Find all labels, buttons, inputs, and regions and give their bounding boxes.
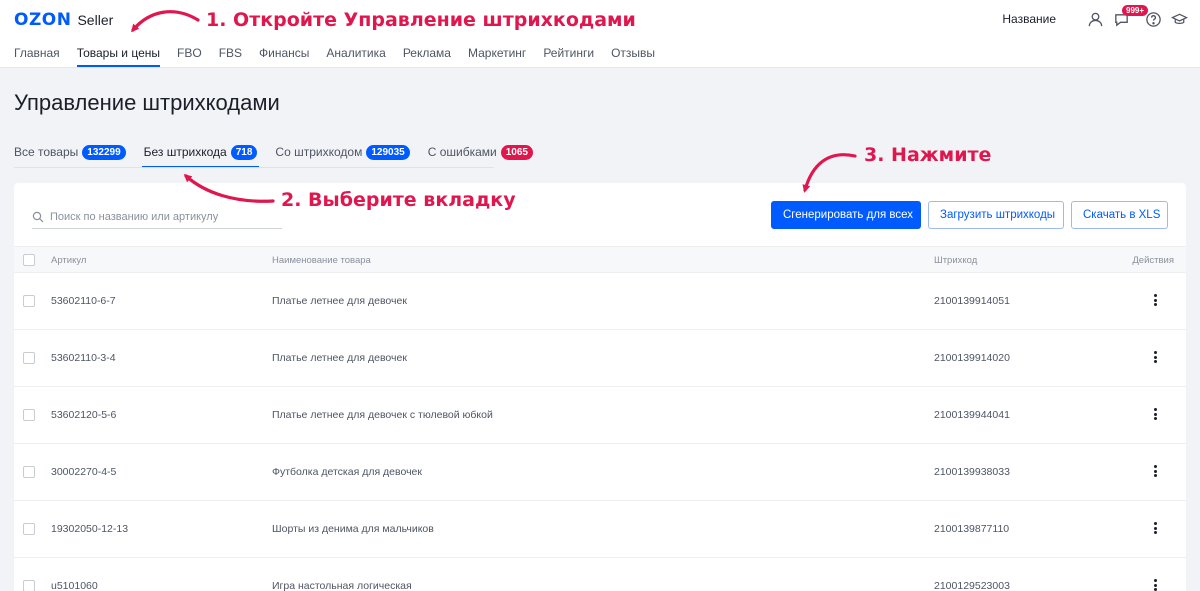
annotation-step3: 3. Нажмите	[864, 144, 992, 166]
annotation-step1: 1. Откройте Управление штрихкодами	[206, 9, 636, 31]
column-article[interactable]: Артикул	[51, 255, 86, 266]
more-actions-icon[interactable]	[1152, 349, 1158, 365]
row-barcode: 2100139938033	[934, 466, 1010, 478]
nav-item-ratings[interactable]: Рейтинги	[543, 46, 594, 60]
nav-item-marketing[interactable]: Маркетинг	[468, 46, 526, 60]
tab-label: С ошибками	[427, 145, 497, 159]
page-title: Управление штрихкодами	[14, 90, 280, 115]
table-row[interactable]: 19302050-12-13 Шорты из денима для мальч…	[14, 501, 1186, 558]
account-name[interactable]: Название	[1002, 12, 1056, 26]
nav-item-products[interactable]: Товары и цены	[76, 46, 161, 67]
user-icon[interactable]	[1086, 10, 1104, 28]
logo-brand: OZON	[14, 10, 72, 30]
row-name: Игра настольная логическая	[272, 580, 412, 591]
nav-item-finance[interactable]: Финансы	[259, 46, 309, 60]
table-row[interactable]: u5101060 Игра настольная логическая 2100…	[14, 558, 1186, 591]
row-checkbox[interactable]	[23, 409, 35, 421]
tab-with-errors[interactable]: С ошибками 1065	[428, 143, 533, 161]
tab-label: Без штрихкода	[143, 145, 227, 159]
search-input[interactable]	[50, 210, 270, 223]
row-article: 30002270-4-5	[51, 466, 117, 478]
upload-barcodes-button[interactable]: Загрузить штрихкоды	[928, 201, 1064, 229]
row-name: Шорты из денима для мальчиков	[272, 523, 434, 535]
row-checkbox[interactable]	[23, 352, 35, 364]
tab-count-badge: 129035	[366, 144, 410, 160]
row-checkbox[interactable]	[23, 295, 35, 307]
generate-all-button[interactable]: Сгенерировать для всех	[771, 201, 921, 229]
nav-item-home[interactable]: Главная	[14, 46, 60, 60]
row-barcode: 2100139944041	[934, 409, 1010, 421]
row-checkbox[interactable]	[23, 523, 35, 535]
column-name[interactable]: Наименование товара	[272, 255, 371, 266]
table-header: Артикул Наименование товара Штрихкод Дей…	[14, 246, 1186, 273]
tab-all-products[interactable]: Все товары 132299	[14, 143, 126, 161]
tab-without-barcode[interactable]: Без штрихкода 718	[141, 143, 260, 168]
tab-label: Все товары	[14, 145, 79, 159]
tab-with-barcode[interactable]: Со штрихкодом 129035	[275, 143, 410, 161]
tab-count-badge: 132299	[82, 144, 126, 160]
more-actions-icon[interactable]	[1152, 577, 1158, 591]
header-actions: Название 999+	[1002, 5, 1188, 28]
search-icon	[32, 211, 44, 222]
row-article: 19302050-12-13	[51, 523, 129, 535]
tabs-divider	[14, 167, 494, 168]
table-row[interactable]: 53602120-5-6 Платье летнее для девочек с…	[14, 387, 1186, 444]
column-barcode[interactable]: Штрихкод	[934, 255, 977, 266]
row-barcode: 2100139914051	[934, 295, 1010, 307]
nav-item-fbo[interactable]: FBO	[177, 46, 202, 60]
row-name: Платье летнее для девочек с тюлевой юбко…	[272, 409, 493, 421]
barcode-tabs: Все товары 132299 Без штрихкода 718 Со ш…	[14, 143, 551, 168]
nav-item-ads[interactable]: Реклама	[403, 46, 451, 60]
tab-label: Со штрихкодом	[275, 145, 363, 159]
more-actions-icon[interactable]	[1152, 520, 1158, 536]
table-row[interactable]: 53602110-3-4 Платье летнее для девочек 2…	[14, 330, 1186, 387]
annotation-step2: 2. Выберите вкладку	[281, 189, 516, 211]
chat-icon[interactable]: 999+	[1112, 5, 1149, 28]
row-barcode: 2100139877110	[934, 523, 1010, 535]
row-article: 53602110-3-4	[51, 352, 116, 364]
row-article: 53602120-5-6	[51, 409, 117, 421]
graduation-cap-icon[interactable]	[1170, 10, 1188, 28]
row-name: Платье летнее для девочек	[272, 352, 407, 364]
table-row[interactable]: 30002270-4-5 Футболка детская для девоче…	[14, 444, 1186, 501]
ozon-seller-logo[interactable]: OZON Seller	[14, 10, 113, 30]
row-checkbox[interactable]	[23, 466, 35, 478]
more-actions-icon[interactable]	[1152, 463, 1158, 479]
download-xls-button[interactable]: Скачать в XLS	[1071, 201, 1168, 229]
help-icon[interactable]	[1144, 10, 1162, 28]
select-all-checkbox[interactable]	[23, 254, 35, 266]
row-checkbox[interactable]	[23, 580, 35, 591]
column-actions: Действия	[1132, 255, 1174, 266]
more-actions-icon[interactable]	[1152, 292, 1158, 308]
nav-item-fbs[interactable]: FBS	[219, 46, 242, 60]
row-article: 53602110-6-7	[51, 295, 116, 307]
tab-count-badge: 718	[230, 144, 258, 160]
more-actions-icon[interactable]	[1152, 406, 1158, 422]
tab-count-badge: 1065	[500, 144, 533, 160]
table-row[interactable]: 53602110-6-7 Платье летнее для девочек 2…	[14, 273, 1186, 330]
row-barcode: 2100139914020	[934, 352, 1010, 364]
row-name: Платье летнее для девочек	[272, 295, 407, 307]
nav-item-analytics[interactable]: Аналитика	[326, 46, 385, 60]
nav-item-reviews[interactable]: Отзывы	[611, 46, 655, 60]
main-nav: Главная Товары и цены FBO FBS Финансы Ан…	[14, 46, 672, 67]
barcode-table-card: Сгенерировать для всех Загрузить штрихко…	[14, 183, 1186, 591]
row-barcode: 2100129523003	[934, 580, 1010, 591]
row-article: u5101060	[51, 580, 98, 591]
search-box	[32, 205, 282, 229]
logo-product: Seller	[77, 12, 114, 28]
row-name: Футболка детская для девочек	[272, 466, 422, 478]
